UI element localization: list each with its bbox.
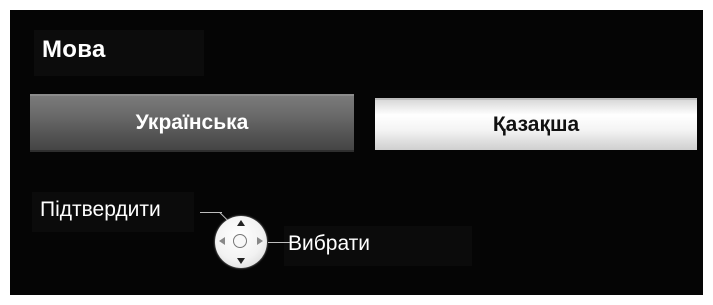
confirm-hint-label: Підтвердити [40,198,161,221]
arrow-down-icon [237,258,245,264]
language-option-kazakh[interactable]: Қазақша [375,98,697,150]
arrow-up-icon [237,220,245,226]
arrow-right-icon [257,237,263,245]
select-connector-line [268,242,290,243]
arrow-left-icon [219,237,225,245]
language-menu-screen: Мова Українська Қазақша Підтвердити Вибр… [10,10,703,295]
select-hint-label: Вибрати [288,232,371,255]
ok-button-icon [233,234,247,248]
title-panel: Мова [34,30,204,76]
language-option-ukrainian[interactable]: Українська [30,94,354,152]
page-title: Мова [42,36,106,63]
dpad-icon [215,216,267,268]
